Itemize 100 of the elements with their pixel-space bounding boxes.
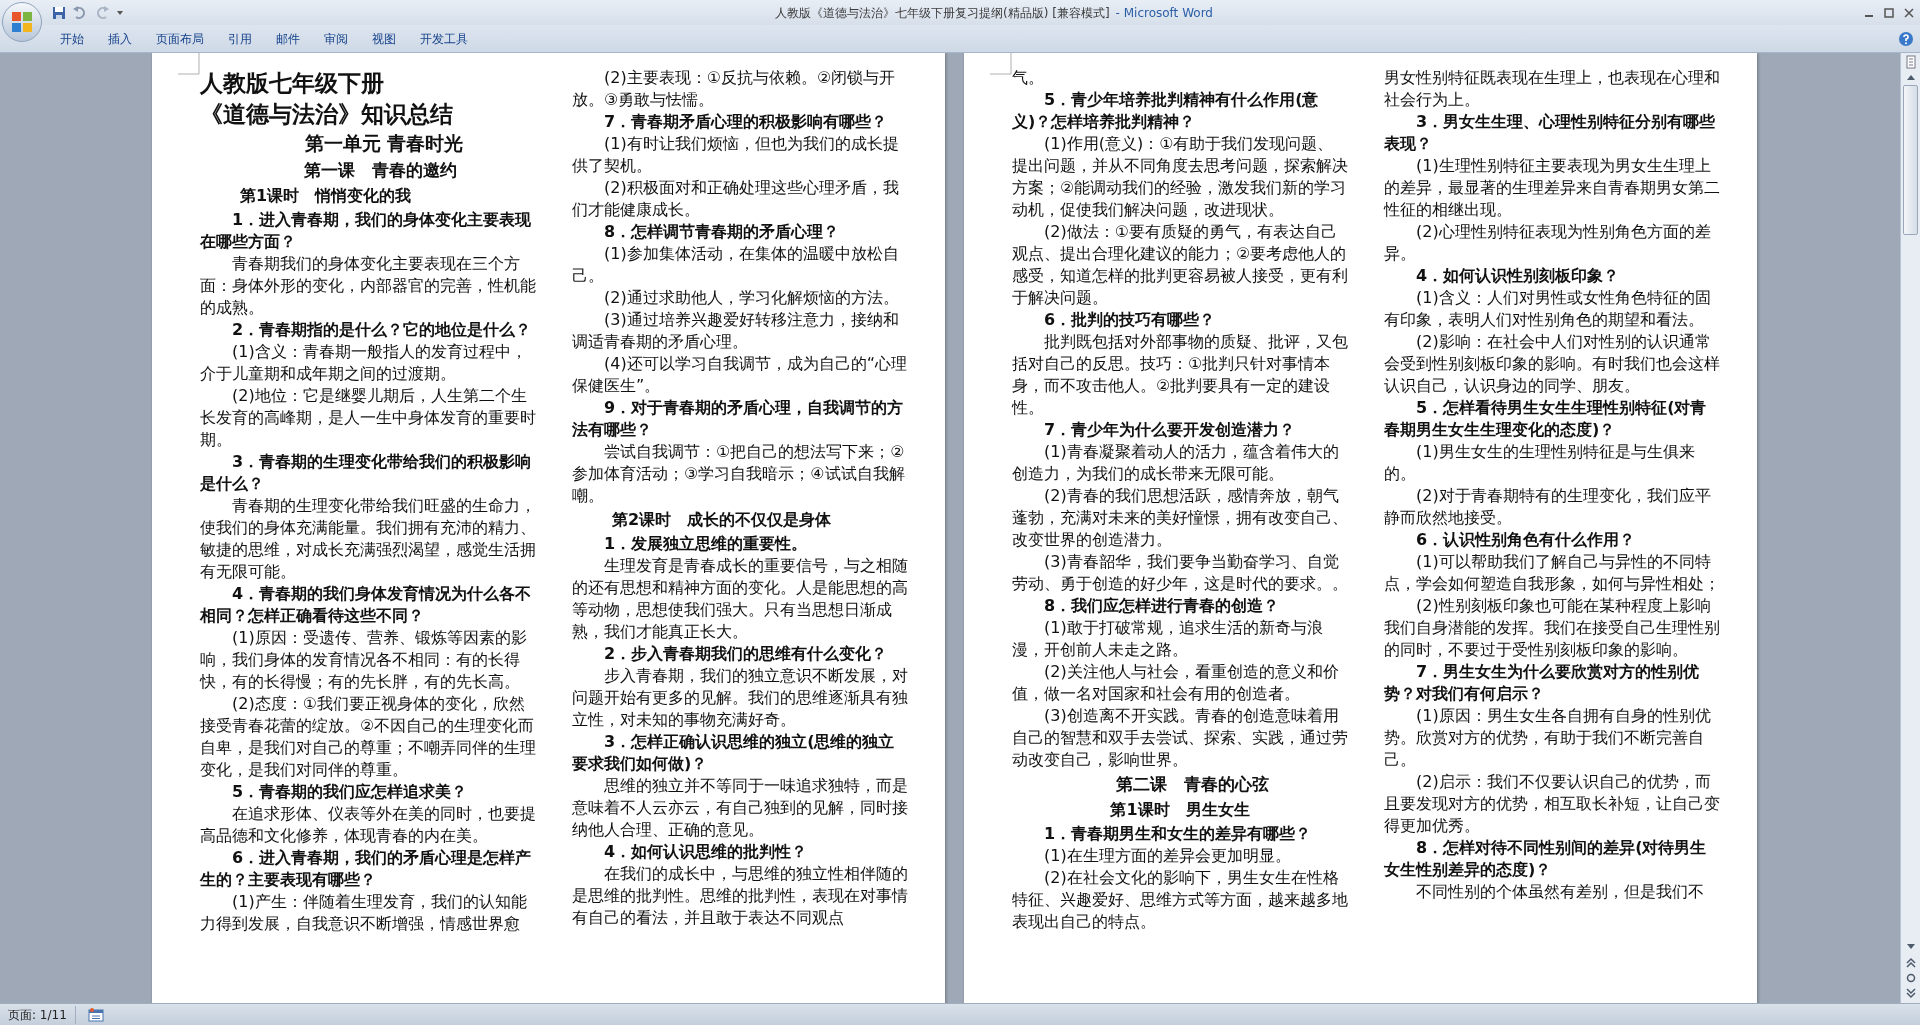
help-icon[interactable] <box>1898 30 1914 47</box>
question-heading: 8．怎样调节青春期的矛盾心理？ <box>603 221 841 243</box>
body-paragraph: (1)原因：受遗传、营养、锻炼等因素的影响，我们身体的发育情况各不相同：有的长得快，有的长得慢；有的先长胖，有的先长高。 <box>200 627 528 693</box>
body-paragraph: 批判既包括对外部事物的质疑、批评，又包括对自己的反思。技巧：①批判只针对事情本身，而不攻击他人。②批判要具有一定的建设性。 <box>1012 331 1348 419</box>
body-paragraph: (1)敢于打破常规，追求生活的新奇与浪漫，开创前人未走之路。 <box>1012 617 1324 661</box>
office-logo-icon <box>10 10 34 34</box>
body-paragraph: 青春期我们的身体变化主要表现在三个方面：身体外形的变化，内部器官的完善，性机能的成熟。 <box>200 253 536 319</box>
next-page-icon[interactable] <box>1905 987 1916 999</box>
body-paragraph: (2)态度：①我们要正视身体的变化，欣然接受青春花蕾的绽放。②不因自己的生理变化而自卑，是我们对自己的尊重；不嘲弄同伴的生理变化，是我们对同伴的尊重。 <box>200 693 536 781</box>
lesson-heading: 第二课 青春的心弦 <box>1114 773 1270 796</box>
body-paragraph: (2)主要表现：①反抗与依赖。②闭锁与开放。③勇敢与怯懦。 <box>572 67 897 111</box>
margin-corner-mark <box>178 53 200 75</box>
scroll-up-arrow-icon[interactable] <box>1905 73 1916 83</box>
body-paragraph: (2)青春的我们思想活跃，感情奔放，朝气蓬勃，充满对未来的美好憧憬，拥有改变自己、改变世界的创造潜力。 <box>1012 485 1348 551</box>
browse-object-icon[interactable] <box>1905 973 1916 983</box>
question-heading: 9．对于青春期的矛盾心理，自我调节的方法有哪些？ <box>572 397 905 441</box>
body-paragraph: (1)男生女生的生理性别特征是与生俱来的。 <box>1384 441 1696 485</box>
document-subtitle: 《道德与法治》知识总结 <box>200 100 454 129</box>
question-heading: 1．进入青春期，我们的身体变化主要表现在哪些方面？ <box>200 209 533 253</box>
question-heading: 8．怎样对待不同性别间的差异(对待男生女生性别差异的态度)？ <box>1384 837 1708 881</box>
margin-corner-mark <box>990 53 1012 75</box>
vertical-scrollbar[interactable] <box>1900 53 1920 1003</box>
body-paragraph: (1)青春凝聚着动人的活力，蕴含着伟大的创造力，为我们的成长带来无限可能。 <box>1012 441 1340 485</box>
ribbon-tab[interactable]: 邮件 <box>264 26 312 51</box>
save-icon[interactable] <box>52 5 66 20</box>
close-icon[interactable] <box>1904 7 1914 18</box>
body-paragraph: (1)产生：伴随着生理发育，我们的认知能力得到发展，自我意识不断增强，情感世界愈 <box>200 891 528 935</box>
body-paragraph: (1)参加集体活动，在集体的温暖中放松自己。 <box>572 243 900 287</box>
question-heading: 6．进入青春期，我们的矛盾心理是怎样产生的？主要表现有哪些？ <box>200 847 533 891</box>
body-paragraph: 生理发育是青春成长的重要信号，与之相随的还有思想和精神方面的变化。人是能思想的高等动物，思想使我们强大。只有当思想日渐成熟，我们才能真正长大。 <box>572 555 908 643</box>
body-paragraph: (3)青春韶华，我们要争当勤奋学习、自觉劳动、勇于创造的好少年，这是时代的要求。。 <box>1012 551 1348 595</box>
body-paragraph: 在我们的成长中，与思维的独立性相伴随的是思维的批判性。思维的批判性，表现在对事情有自己的看法，并且敢于表达不同观点 <box>572 863 908 929</box>
body-paragraph: (3)通过培养兴趣爱好转移注意力，接纳和调适青春期的矛盾心理。 <box>572 309 900 353</box>
question-heading: 8．我们应怎样进行青春的创造？ <box>1043 595 1281 617</box>
lesson-heading: 第一课 青春的邀约 <box>302 159 458 182</box>
ribbon-tab[interactable]: 插入 <box>96 26 144 51</box>
question-heading: 1．发展独立思维的重要性。 <box>603 533 809 555</box>
body-paragraph: (2)心理性别特征表现为性别角色方面的差异。 <box>1384 221 1712 265</box>
body-paragraph: 气。 <box>1012 67 1045 89</box>
app-name: - Microsoft Word <box>1115 4 1213 22</box>
dropdown-caret-icon[interactable] <box>116 8 124 17</box>
body-paragraph: (2)通过求助他人，学习化解烦恼的方法。 <box>603 287 900 309</box>
question-heading: 7．男生女生为什么要欣赏对方的性别优势？对我们有何启示？ <box>1384 661 1701 705</box>
body-paragraph: (1)含义：青春期一般指人的发育过程中，介于儿童期和成年期之间的过渡期。 <box>200 341 528 385</box>
ribbon-tab[interactable]: 页面布局 <box>144 26 216 51</box>
body-paragraph: 尝试自我调节：①把自己的想法写下来；②参加体育活动；③学习自我暗示；④试试自我解嘲。 <box>572 441 906 507</box>
body-paragraph: (2)在社会文化的影响下，男生女生在性格特征、兴趣爱好、思维方式等方面，越来越多地表现出自己的特点。 <box>1012 867 1348 933</box>
body-paragraph: 步入青春期，我们的独立意识不断发展，对问题开始有更多的见解。我们的思维逐渐具有独立性，对未知的事物充满好奇。 <box>572 665 908 731</box>
document-layout-icon[interactable] <box>87 1007 104 1022</box>
question-heading: 6．批判的技巧有哪些？ <box>1043 309 1217 331</box>
body-paragraph: (2)关注他人与社会，看重创造的意义和价值，做一名对国家和社会有用的创造者。 <box>1012 661 1340 705</box>
body-paragraph: 在追求形体、仪表等外在美的同时，也要提高品德和文化修养，体现青春的内在美。 <box>200 803 536 847</box>
body-paragraph: (1)有时让我们烦恼，但也为我们的成长提供了契机。 <box>572 133 900 177</box>
body-paragraph: (2)启示：我们不仅要认识自己的优势，而且要发现对方的优势，相互取长补短，让自己变得更加优秀。 <box>1384 771 1720 837</box>
window-title: 人教版《道德与法治》七年级下册复习提纲(精品版) [兼容模式] <box>775 4 1110 22</box>
scrollbar-thumb[interactable] <box>1903 85 1918 235</box>
body-paragraph: 青春期的生理变化带给我们旺盛的生命力，使我们的身体充满能量。我们拥有充沛的精力、敏捷的思维，对成长充满强烈渴望，感觉生活拥有无限可能。 <box>200 495 536 583</box>
question-heading: 5．青春期的我们应怎样追求美？ <box>231 781 469 803</box>
body-paragraph: (2)积极面对和正确处理这些心理矛盾，我们才能健康成长。 <box>572 177 900 221</box>
body-paragraph: (3)创造离不开实践。青春的创造意味着用自己的智慧和双手去尝试、探索、实践，通过劳动改变自己，影响世界。 <box>1012 705 1348 771</box>
body-paragraph: (1)生理性别特征主要表现为男女生生理上的差异，最显著的生理差异来自青春期男女第二性征的相继出现。 <box>1384 155 1720 221</box>
ribbon-tab[interactable]: 引用 <box>216 26 264 51</box>
office-button[interactable] <box>2 2 42 42</box>
maximize-icon[interactable] <box>1884 7 1894 18</box>
body-paragraph: (4)还可以学习自我调节，成为自己的“心理保健医生”。 <box>572 353 908 397</box>
body-paragraph: (2)性别刻板印象也可能在某种程度上影响我们自身潜能的发挥。我们在接受自己生理性别的同时，不要过于受性别刻板印象的影响。 <box>1384 595 1720 661</box>
question-heading: 3．怎样正确认识思维的独立(思维的独立要求我们如何做)？ <box>572 731 896 775</box>
question-heading: 4．如何认识性别刻板印象？ <box>1415 265 1621 287</box>
previous-page-icon[interactable] <box>1905 957 1916 969</box>
body-paragraph: (1)可以帮助我们了解自己与异性的不同特点，学会如何塑造自我形象，如何与异性相处； <box>1384 551 1720 595</box>
body-paragraph: (1)作用(意义)：①有助于我们发现问题、提出问题，并从不同角度去思考问题，探索解决方案；②能调动我们的经验，激发我们新的学习动机，促使我们解决问题，改进现状。 <box>1012 133 1348 221</box>
page-count: 页面: 1/11 <box>0 1005 76 1024</box>
question-heading: 3．青春期的生理变化带给我们的积极影响是什么？ <box>200 451 533 495</box>
question-heading: 6．认识性别角色有什么作用？ <box>1415 529 1637 551</box>
question-heading: 2．青春期指的是什么？它的地位是什么？ <box>231 319 533 341</box>
body-paragraph: (1)原因：男生女生各自拥有自身的性别优势。欣赏对方的优势，有助于我们不断完善自己。 <box>1384 705 1712 771</box>
ribbon-tab[interactable]: 审阅 <box>312 26 360 51</box>
body-paragraph: (2)影响：在社会中人们对性别的认识通常会受到性别刻板印象的影响。有时我们也会这样认识自己，认识身边的同学、朋友。 <box>1384 331 1720 397</box>
question-heading: 3．男女生生理、心理性别特征分别有哪些表现？ <box>1384 111 1717 155</box>
body-paragraph: (2)做法：①要有质疑的勇气，有表达自己观点、提出合理化建议的能力；②要考虑他人的感受，知道怎样的批判更容易被人接受，更有利于解决问题。 <box>1012 221 1348 309</box>
body-paragraph: 男女性别特征既表现在生理上，也表现在心理和社会行为上。 <box>1384 67 1720 111</box>
question-heading: 7．青春期矛盾心理的积极影响有哪些？ <box>603 111 889 133</box>
period-heading: 第2课时 成长的不仅仅是身体 <box>611 509 833 531</box>
unit-heading: 第一单元 青春时光 <box>303 131 465 156</box>
body-paragraph: (1)在生理方面的差异会更加明显。 <box>1043 845 1292 867</box>
question-heading: 2．步入青春期我们的思维有什么变化？ <box>603 643 889 665</box>
question-heading: 5．怎样看待男生女生生理性别特征(对青春期男生女生生理变化的态度)？ <box>1384 397 1708 441</box>
ribbon-tab[interactable]: 开发工具 <box>408 26 480 51</box>
ruler-toggle-icon[interactable] <box>1903 55 1918 69</box>
body-paragraph: 不同性别的个体虽然有差别，但是我们不 <box>1415 881 1705 903</box>
document-title: 人教版七年级下册 <box>200 69 385 98</box>
ribbon-tab[interactable]: 开始 <box>48 26 96 51</box>
scroll-down-arrow-icon[interactable] <box>1905 941 1916 951</box>
body-paragraph: 思维的独立并不等同于一味追求独特，而是意味着不人云亦云，有自己独到的见解，同时接纳他人合理、正确的意见。 <box>572 775 908 841</box>
body-paragraph: (2)地位：它是继婴儿期后，人生第二个生长发育的高峰期，是人一生中身体发育的重要时期。 <box>200 385 536 451</box>
ribbon-tab[interactable]: 视图 <box>360 26 408 51</box>
question-heading: 7．青少年为什么要开发创造潜力？ <box>1043 419 1297 441</box>
period-heading: 第1课时 悄悄变化的我 <box>239 185 413 207</box>
question-heading: 4．青春期的我们身体发育情况为什么各不相同？怎样正确看待这些不同？ <box>200 583 533 627</box>
body-paragraph: (1)含义：人们对男性或女性角色特征的固有印象，表明人们对性别角色的期望和看法。 <box>1384 287 1712 331</box>
